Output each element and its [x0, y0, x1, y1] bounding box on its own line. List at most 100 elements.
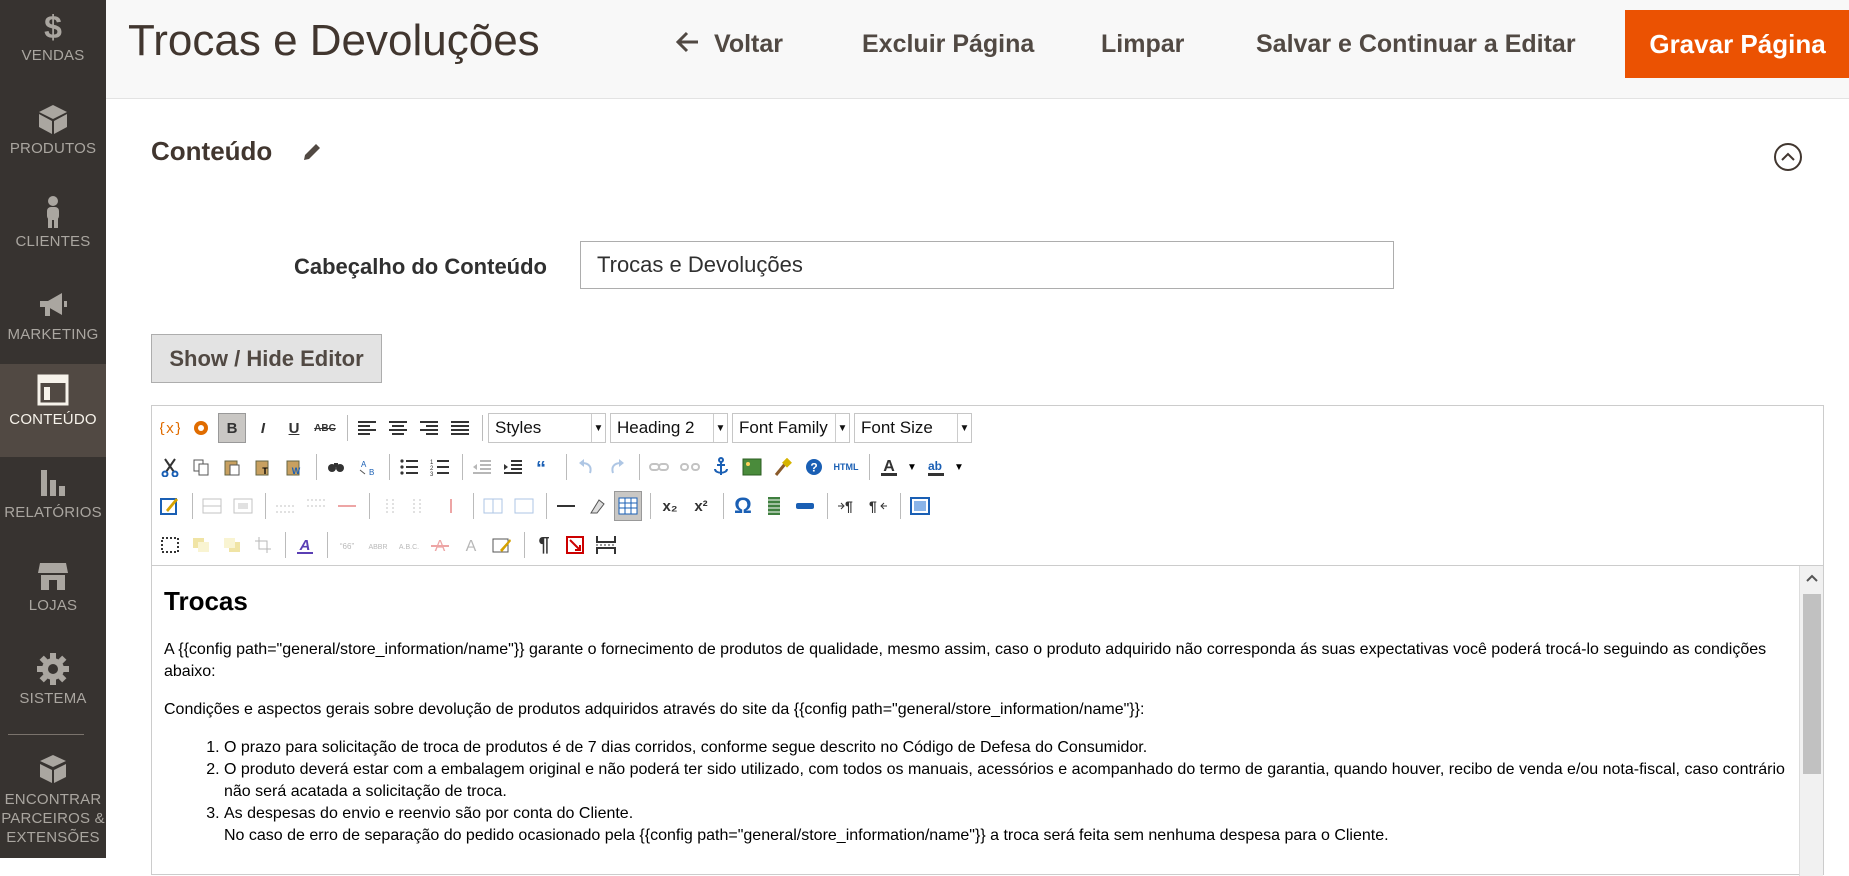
nav-item-marketing[interactable]: MARKETING [0, 279, 106, 372]
cleanup-icon[interactable] [769, 452, 797, 482]
insert-variable-icon[interactable]: {x} [156, 413, 184, 443]
rtl-icon[interactable]: ¶ [864, 491, 892, 521]
font-family-select[interactable]: Font Family ▼ [732, 413, 850, 443]
nav-item-relatorios[interactable]: RELATÓRIOS [0, 457, 106, 550]
delete-page-button[interactable]: Excluir Página [862, 24, 1034, 64]
back-button[interactable]: Voltar [675, 24, 783, 64]
find-icon[interactable] [322, 452, 350, 482]
reset-button[interactable]: Limpar [1101, 24, 1184, 64]
undo-icon[interactable] [572, 452, 600, 482]
ltr-icon[interactable]: ¶ [833, 491, 861, 521]
editor-content-area[interactable]: Trocas A {{config path="general/store_in… [152, 566, 1797, 876]
outdent-icon[interactable] [468, 452, 496, 482]
insert-col-after-icon[interactable] [406, 491, 434, 521]
nav-item-produtos[interactable]: PRODUTOS [0, 93, 106, 186]
align-center-icon[interactable] [384, 413, 412, 443]
anchor-icon[interactable] [707, 452, 735, 482]
italic-button[interactable]: I [249, 413, 277, 443]
insert-col-before-icon[interactable] [375, 491, 403, 521]
move-forward-icon[interactable] [187, 530, 215, 560]
chevron-up-icon[interactable] [1800, 570, 1824, 586]
paste-icon[interactable] [218, 452, 246, 482]
move-backward-icon[interactable] [218, 530, 246, 560]
unlink-icon[interactable] [676, 452, 704, 482]
underline-button[interactable]: U [280, 413, 308, 443]
chevron-down-icon[interactable]: ▼ [953, 462, 965, 473]
delete-col-icon[interactable] [437, 491, 465, 521]
absolute-position-icon[interactable] [249, 530, 277, 560]
font-size-select[interactable]: Font Size ▼ [854, 413, 972, 443]
nav-item-vendas[interactable]: $ VENDAS [0, 0, 106, 93]
svg-text:“: “ [536, 459, 546, 475]
align-justify-icon[interactable] [446, 413, 474, 443]
delete-text-icon[interactable]: A [426, 530, 454, 560]
split-cells-icon[interactable] [479, 491, 507, 521]
superscript-button[interactable]: x² [687, 491, 715, 521]
styles-select[interactable]: Styles ▼ [488, 413, 606, 443]
cite-icon[interactable]: “66” [333, 530, 361, 560]
nav-item-conteudo[interactable]: CONTEÚDO [0, 364, 106, 457]
help-icon[interactable]: ? [800, 452, 828, 482]
insert-layer-icon[interactable] [156, 530, 184, 560]
paste-text-icon[interactable]: T [249, 452, 277, 482]
insert-row-before-icon[interactable] [271, 491, 299, 521]
insert-break-icon[interactable] [592, 530, 620, 560]
content-heading-input[interactable] [580, 241, 1394, 289]
visual-aid-icon[interactable] [614, 491, 642, 521]
table-row-props-icon[interactable] [198, 491, 226, 521]
redo-icon[interactable] [603, 452, 631, 482]
strikethrough-button[interactable]: ABC [311, 413, 339, 443]
table-cell-props-icon[interactable] [229, 491, 257, 521]
indent-icon[interactable] [499, 452, 527, 482]
save-page-button[interactable]: Gravar Página [1625, 10, 1849, 78]
paste-word-icon[interactable]: W [280, 452, 308, 482]
subscript-button[interactable]: x₂ [656, 491, 684, 521]
align-left-icon[interactable] [353, 413, 381, 443]
align-right-icon[interactable] [415, 413, 443, 443]
section-title-content[interactable]: Conteúdo [151, 136, 272, 167]
special-char-button[interactable]: Ω [729, 491, 757, 521]
nonbreaking-icon[interactable] [791, 491, 819, 521]
horizontal-rule-icon[interactable] [552, 491, 580, 521]
attributes-icon[interactable] [488, 530, 516, 560]
cut-icon[interactable] [156, 452, 184, 482]
nav-item-sistema[interactable]: SISTEMA [0, 643, 106, 736]
fullscreen-icon[interactable] [906, 491, 934, 521]
replace-icon[interactable]: AB [353, 452, 381, 482]
show-blocks-button[interactable]: ¶ [530, 530, 558, 560]
text-color-icon[interactable]: A [875, 452, 903, 482]
insert-widget-icon[interactable] [187, 413, 215, 443]
delete-row-icon[interactable] [333, 491, 361, 521]
insert-media-icon[interactable] [760, 491, 788, 521]
content-heading-label: Cabeçalho do Conteúdo [294, 254, 547, 279]
acronym-icon[interactable]: A.B.C. [395, 530, 423, 560]
styleprops-icon[interactable]: A [291, 530, 319, 560]
editor-scrollbar[interactable] [1799, 566, 1823, 876]
merge-cells-icon[interactable] [510, 491, 538, 521]
insert-text-icon[interactable]: A [457, 530, 485, 560]
insert-image-icon[interactable] [738, 452, 766, 482]
numbered-list-icon[interactable]: 123 [426, 452, 454, 482]
chevron-up-icon[interactable] [1773, 142, 1803, 177]
bold-button[interactable]: B [218, 413, 246, 443]
copy-icon[interactable] [187, 452, 215, 482]
show-hide-editor-button[interactable]: Show / Hide Editor [151, 334, 382, 383]
nav-item-lojas[interactable]: LOJAS [0, 550, 106, 643]
insert-row-after-icon[interactable] [302, 491, 330, 521]
blockquote-icon[interactable]: “ [530, 452, 558, 482]
chevron-down-icon[interactable]: ▼ [906, 462, 918, 473]
abbr-icon[interactable]: ABBR [364, 530, 392, 560]
remove-format-icon[interactable] [583, 491, 611, 521]
format-select[interactable]: Heading 2 ▼ [610, 413, 728, 443]
scrollbar-thumb[interactable] [1803, 594, 1821, 774]
page-break-icon[interactable] [561, 530, 589, 560]
nav-item-parceiros[interactable]: ENCONTRAR PARCEIROS & EXTENSÕES [0, 744, 106, 858]
edit-document-icon[interactable] [156, 491, 184, 521]
bullet-list-icon[interactable] [395, 452, 423, 482]
background-color-icon[interactable]: ab [922, 452, 950, 482]
styles-select-value: Styles [495, 418, 542, 437]
link-icon[interactable] [645, 452, 673, 482]
save-continue-button[interactable]: Salvar e Continuar a Editar [1256, 24, 1576, 64]
nav-item-clientes[interactable]: CLIENTES [0, 186, 106, 279]
html-source-button[interactable]: HTML [831, 452, 861, 482]
